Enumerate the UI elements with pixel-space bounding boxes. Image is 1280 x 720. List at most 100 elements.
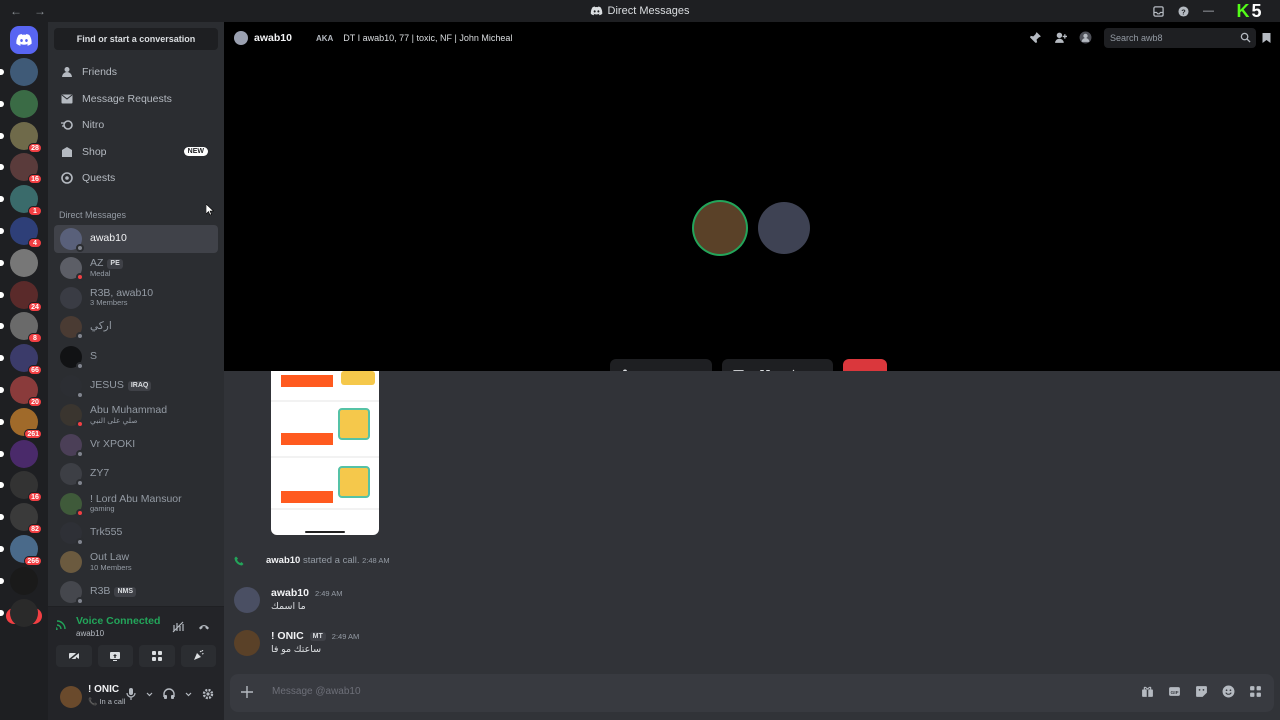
server-icon[interactable]: [0, 566, 38, 595]
pin-icon[interactable]: [1029, 31, 1042, 44]
message-avatar[interactable]: [234, 630, 260, 656]
shop-icon: [60, 145, 74, 159]
server-icon[interactable]: 28: [0, 121, 42, 153]
microphone-icon[interactable]: [126, 688, 136, 700]
server-icon[interactable]: 20: [0, 376, 42, 407]
back-button[interactable]: ←: [10, 4, 22, 18]
inbox-icon[interactable]: [1153, 5, 1164, 17]
server-icon[interactable]: 261: [0, 407, 42, 439]
chevron-down-icon[interactable]: [146, 688, 153, 700]
voice-channel-name[interactable]: awab10: [76, 629, 160, 638]
minimize-button[interactable]: —: [1203, 5, 1214, 17]
nav-item-label: Quests: [82, 172, 116, 185]
dm-header: Direct Messages: [59, 210, 127, 220]
status-dot: [76, 361, 84, 370]
server-icon[interactable]: [0, 58, 38, 86]
message-avatar[interactable]: [234, 587, 260, 613]
message-input[interactable]: Message @awab10: [272, 686, 361, 697]
dm-item[interactable]: AZ PE Medal: [54, 254, 218, 282]
server-icon[interactable]: 8: [0, 312, 42, 344]
dm-item[interactable]: Abu Muhammad صلي على النبي: [54, 401, 218, 429]
server-icon[interactable]: 16: [0, 471, 42, 503]
dm-item[interactable]: Vr XPOKI: [54, 431, 218, 459]
nav-item-nitro[interactable]: Nitro: [54, 113, 218, 137]
voice-connected-label[interactable]: Voice Connected: [76, 615, 160, 627]
disconnect-icon[interactable]: [198, 621, 210, 633]
server-icon[interactable]: 1: [0, 185, 42, 217]
dm-item[interactable]: اركي: [54, 313, 218, 341]
add-friend-icon[interactable]: [1054, 31, 1067, 44]
add-attachment-icon[interactable]: [240, 685, 254, 699]
dm-name-row: R3B NMS: [90, 585, 136, 598]
svg-text:?: ?: [1181, 7, 1186, 16]
dm-item[interactable]: S: [54, 343, 218, 371]
dm-item[interactable]: R3B, awab10 3 Members: [54, 284, 218, 312]
home-button[interactable]: [10, 26, 38, 54]
mention-badge: 16: [28, 492, 42, 503]
server-icon[interactable]: 82: [0, 503, 42, 535]
dm-item[interactable]: Out Law 10 Members: [54, 548, 218, 576]
header-name[interactable]: awab10: [254, 32, 292, 44]
nav-item-shop[interactable]: Shop NEW: [54, 140, 218, 164]
noise-suppression-icon[interactable]: [172, 621, 184, 633]
emoji-icon[interactable]: [1222, 685, 1235, 698]
header-avatar[interactable]: [234, 31, 248, 45]
dm-item[interactable]: ! Lord Abu Mansuor gaming: [54, 490, 218, 518]
participant-avatar[interactable]: [758, 202, 810, 254]
server-icon[interactable]: 66: [0, 344, 42, 376]
server-icon[interactable]: [0, 89, 38, 118]
user-name[interactable]: ! ONIC: [88, 684, 119, 695]
dm-name: اركي: [90, 320, 112, 333]
dm-item[interactable]: R3B NMS: [54, 578, 218, 606]
nav-item-message-requests[interactable]: Message Requests: [54, 87, 218, 111]
nav-item-label: Friends: [82, 66, 118, 78]
participant-avatar[interactable]: [694, 202, 746, 254]
camera-off-button[interactable]: [56, 645, 92, 667]
system-user[interactable]: awab10: [266, 555, 300, 566]
sticker-icon[interactable]: [1195, 685, 1208, 698]
dm-item[interactable]: awab10: [54, 225, 218, 253]
dm-name: awab10: [90, 232, 127, 245]
server-icon[interactable]: 4: [0, 217, 42, 248]
app-screenshot-image: [271, 371, 379, 533]
call-area: [224, 54, 1280, 391]
search-placeholder: Search awb8: [1110, 33, 1163, 43]
search-input[interactable]: Search awb8: [1104, 28, 1256, 48]
nav-item-quests[interactable]: Quests: [54, 166, 218, 190]
dm-text: S: [90, 350, 97, 363]
gift-icon[interactable]: [1141, 685, 1154, 698]
server-icon[interactable]: [0, 248, 38, 277]
user-profile-icon[interactable]: [1079, 31, 1092, 44]
dm-item[interactable]: JESUS IRAQ: [54, 372, 218, 400]
settings-gear-icon[interactable]: [202, 688, 214, 700]
gif-icon[interactable]: GIF: [1168, 685, 1181, 698]
server-icon[interactable]: [0, 439, 38, 468]
unread-indicator: [0, 450, 4, 457]
server-icon[interactable]: 24: [0, 280, 42, 312]
image-attachment[interactable]: [271, 371, 379, 535]
message-author[interactable]: ! ONIC: [271, 630, 304, 642]
user-avatar[interactable]: [60, 686, 82, 708]
dm-subtitle: gaming: [90, 504, 115, 514]
soundboard-button[interactable]: [180, 645, 216, 667]
dm-item[interactable]: Trk555: [54, 519, 218, 547]
message-composer[interactable]: Message @awab10 GIF: [230, 674, 1274, 712]
status-dot: [76, 332, 84, 341]
signal-icon: [56, 620, 66, 630]
message-author[interactable]: awab10: [271, 587, 309, 599]
help-icon[interactable]: ?: [1178, 5, 1189, 17]
headphones-icon[interactable]: [163, 688, 175, 700]
forward-button[interactable]: →: [34, 4, 46, 18]
apps-icon[interactable]: [1249, 685, 1262, 698]
screen-share-button[interactable]: [97, 645, 133, 667]
chevron-down-icon[interactable]: [185, 688, 192, 700]
dm-item[interactable]: ZY7: [54, 460, 218, 488]
activities-button[interactable]: [139, 645, 175, 667]
server-icon[interactable]: [0, 598, 38, 627]
nav-item-friends[interactable]: Friends: [54, 60, 218, 84]
find-conversation-button[interactable]: Find or start a conversation: [54, 28, 218, 50]
dm-name-row: Vr XPOKI: [90, 438, 135, 451]
bookmark-icon[interactable]: [1261, 32, 1272, 44]
server-icon[interactable]: 16: [0, 153, 42, 185]
server-icon[interactable]: 266: [0, 535, 42, 566]
